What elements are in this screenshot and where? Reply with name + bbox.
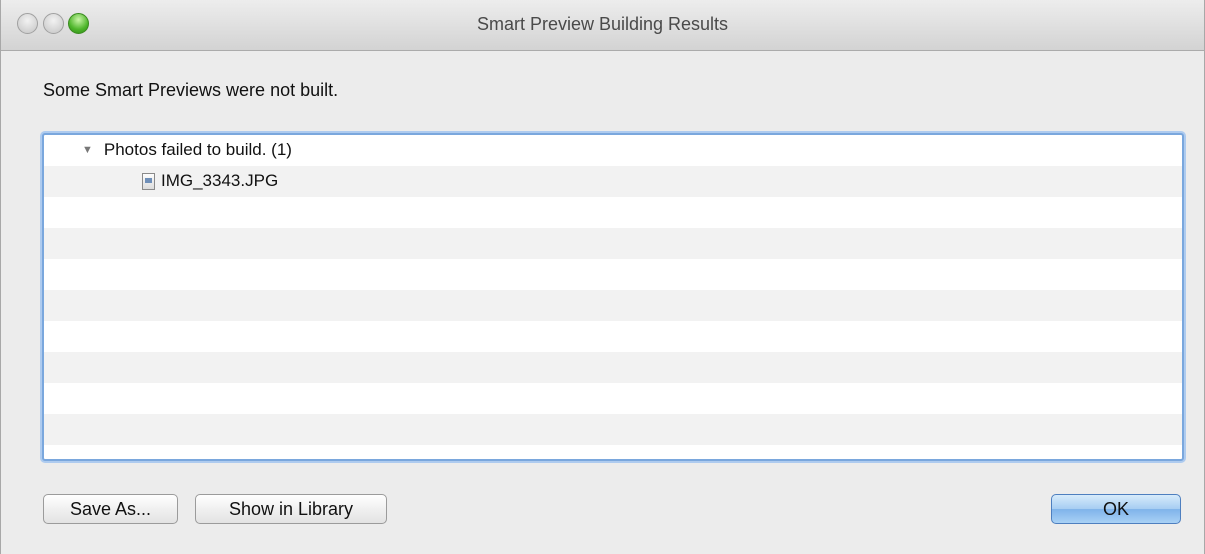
empty-row	[44, 228, 1182, 259]
dialog-window: Smart Preview Building Results Some Smar…	[0, 0, 1205, 554]
title-bar[interactable]: Smart Preview Building Results	[1, 0, 1204, 51]
empty-row	[44, 259, 1182, 290]
results-rows: ▼ Photos failed to build. (1) IMG_3343.J…	[44, 135, 1182, 459]
ok-button[interactable]: OK	[1051, 494, 1181, 524]
file-row-content: IMG_3343.JPG	[142, 171, 278, 191]
window-title: Smart Preview Building Results	[476, 14, 729, 34]
result-message: Some Smart Previews were not built.	[43, 80, 339, 100]
file-name: IMG_3343.JPG	[161, 171, 279, 190]
empty-row	[44, 321, 1182, 352]
results-list[interactable]: ▼ Photos failed to build. (1) IMG_3343.J…	[42, 133, 1184, 461]
show-in-library-button[interactable]: Show in Library	[195, 494, 387, 524]
empty-row	[44, 445, 1182, 459]
empty-row	[44, 197, 1182, 228]
disclosure-triangle-icon[interactable]: ▼	[82, 144, 93, 156]
list-row-group[interactable]: ▼ Photos failed to build. (1)	[44, 135, 1182, 166]
empty-row	[44, 352, 1182, 383]
jpg-file-icon	[142, 172, 155, 190]
save-as-button[interactable]: Save As...	[43, 494, 178, 524]
empty-row	[44, 383, 1182, 414]
group-row-content: ▼ Photos failed to build. (1)	[82, 140, 292, 160]
empty-row	[44, 290, 1182, 321]
empty-row	[44, 414, 1182, 445]
group-label: Photos failed to build. (1)	[103, 140, 292, 159]
list-row-file[interactable]: IMG_3343.JPG	[44, 166, 1182, 197]
